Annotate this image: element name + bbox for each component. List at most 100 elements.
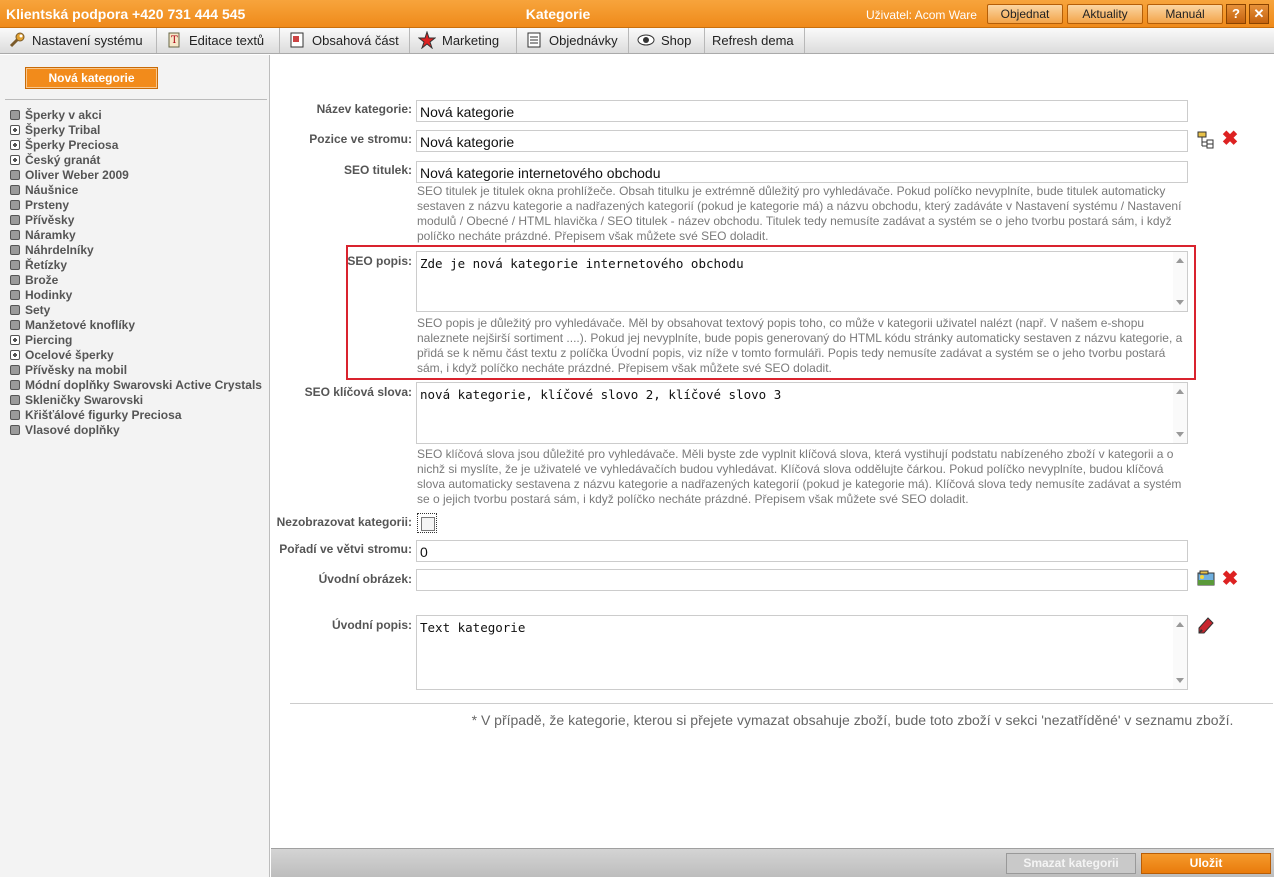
image-browse-icon[interactable] xyxy=(1196,569,1216,589)
category-item[interactable]: Brože xyxy=(10,273,262,288)
bottom-action-bar: Smazat kategorii Uložit xyxy=(271,848,1274,877)
textarea-scrollbar[interactable] xyxy=(1173,252,1187,311)
category-label: Šperky v akci xyxy=(25,108,102,122)
intro-image-label: Úvodní obrázek: xyxy=(318,572,412,586)
intro-description-label: Úvodní popis: xyxy=(332,618,412,632)
seo-title-label: SEO titulek: xyxy=(343,163,412,177)
menu-label: Refresh dema xyxy=(712,33,794,48)
intro-description-textarea[interactable]: Text kategorie xyxy=(416,615,1188,690)
menu-label: Editace textů xyxy=(189,33,265,48)
bullet-icon xyxy=(10,410,20,420)
clear-tree-icon[interactable]: ✖ xyxy=(1220,129,1240,149)
tree-position-input[interactable]: Nová kategorie xyxy=(416,130,1188,152)
category-item[interactable]: Český granát xyxy=(10,153,262,168)
menu-marketing[interactable]: Marketing xyxy=(410,28,517,53)
category-item[interactable]: Řetízky xyxy=(10,258,262,273)
category-item[interactable]: Šperky Tribal xyxy=(10,123,262,138)
menu-orders[interactable]: Objednávky xyxy=(517,28,629,53)
textarea-scrollbar[interactable] xyxy=(1173,383,1187,443)
bullet-icon xyxy=(10,425,20,435)
category-label: Skleničky Swarovski xyxy=(25,393,144,407)
expand-icon[interactable] xyxy=(10,335,20,345)
sidebar: Nová kategorie Šperky v akci Šperky Triba… xyxy=(0,55,270,877)
intro-description-text: Text kategorie xyxy=(420,620,526,635)
seo-description-text: Zde je nová kategorie internetového obch… xyxy=(420,256,744,271)
menu-text-editing[interactable]: T Editace textů xyxy=(157,28,280,53)
delete-note: * V případě, že kategorie, kterou si pře… xyxy=(471,712,1234,728)
user-name: Acom Ware xyxy=(914,8,977,22)
category-item[interactable]: Šperky v akci xyxy=(10,108,262,123)
category-item[interactable]: Náhrdelníky xyxy=(10,243,262,258)
menu-refresh-demo[interactable]: Refresh dema xyxy=(705,28,805,53)
clear-image-icon[interactable]: ✖ xyxy=(1220,569,1240,589)
hide-category-checkbox[interactable] xyxy=(417,513,437,533)
manual-button[interactable]: Manuál xyxy=(1147,4,1223,24)
menu-label: Obsahová část xyxy=(312,33,399,48)
menu-shop[interactable]: Shop xyxy=(629,28,705,53)
category-item[interactable]: Sety xyxy=(10,303,262,318)
category-item[interactable]: Skleničky Swarovski xyxy=(10,393,262,408)
category-item[interactable]: Manžetové knoflíky xyxy=(10,318,262,333)
order-label: Pořadí ve větvi stromu: xyxy=(279,542,412,556)
category-item[interactable]: Módní doplňky Swarovski Active Crystals xyxy=(10,378,262,393)
menu-label: Shop xyxy=(661,33,692,48)
menu-content[interactable]: Obsahová část xyxy=(280,28,410,53)
form-divider xyxy=(290,703,1273,704)
category-item[interactable]: Hodinky xyxy=(10,288,262,303)
expand-icon[interactable] xyxy=(10,140,20,150)
category-item[interactable]: Šperky Preciosa xyxy=(10,138,262,153)
tree-position-label: Pozice ve stromu: xyxy=(309,132,412,146)
news-button[interactable]: Aktuality xyxy=(1067,4,1143,24)
category-label: Piercing xyxy=(25,333,73,347)
category-name-input[interactable]: Nová kategorie xyxy=(416,100,1188,122)
seo-description-help: SEO popis je důležitý pro vyhledávače. M… xyxy=(417,316,1183,375)
top-bar: Klientská podpora +420 731 444 545 Kateg… xyxy=(0,0,1274,28)
category-item[interactable]: Ocelové šperky xyxy=(10,348,262,363)
expand-icon[interactable] xyxy=(10,350,20,360)
bullet-icon xyxy=(10,215,20,225)
seo-keywords-label: SEO klíčová slova: xyxy=(304,385,412,399)
category-label: Šperky Tribal xyxy=(25,123,101,137)
order-button[interactable]: Objednat xyxy=(987,4,1063,24)
expand-icon[interactable] xyxy=(10,155,20,165)
category-label: Náramky xyxy=(25,228,76,242)
help-button[interactable]: ? xyxy=(1226,4,1246,24)
sidebar-divider xyxy=(5,99,267,100)
seo-title-help: SEO titulek je titulek okna prohlížeče. … xyxy=(417,184,1182,243)
eye-icon xyxy=(637,31,655,49)
bullet-icon xyxy=(10,320,20,330)
category-item[interactable]: Piercing xyxy=(10,333,262,348)
seo-title-input[interactable]: Nová kategorie internetového obchodu xyxy=(416,161,1188,183)
textarea-scrollbar[interactable] xyxy=(1173,616,1187,689)
menu-system-settings[interactable]: Nastavení systému xyxy=(0,28,157,53)
save-button[interactable]: Uložit xyxy=(1141,853,1271,874)
bullet-icon xyxy=(10,365,20,375)
bullet-icon xyxy=(10,185,20,195)
category-form: Název kategorie: Nová kategorie Pozice v… xyxy=(271,55,1274,848)
seo-keywords-textarea[interactable]: nová kategorie, klíčové slovo 2, klíčové… xyxy=(416,382,1188,444)
category-item[interactable]: Oliver Weber 2009 xyxy=(10,168,262,183)
wrench-icon xyxy=(8,31,26,49)
edit-pencil-icon[interactable] xyxy=(1196,615,1216,635)
category-item[interactable]: Náušnice xyxy=(10,183,262,198)
category-item[interactable]: Křišťálové figurky Preciosa xyxy=(10,408,262,423)
delete-category-button[interactable]: Smazat kategorii xyxy=(1006,853,1136,874)
category-item[interactable]: Prsteny xyxy=(10,198,262,213)
order-input[interactable]: 0 xyxy=(416,540,1188,562)
seo-description-textarea[interactable]: Zde je nová kategorie internetového obch… xyxy=(416,251,1188,312)
category-item[interactable]: Náramky xyxy=(10,228,262,243)
menu-label: Nastavení systému xyxy=(32,33,143,48)
category-tree: Šperky v akci Šperky Tribal Šperky Precios… xyxy=(10,108,262,438)
menu-label: Marketing xyxy=(442,33,500,48)
category-item[interactable]: Vlasové doplňky xyxy=(10,423,262,438)
bullet-icon xyxy=(10,200,20,210)
svg-text:T: T xyxy=(171,35,178,46)
new-category-button[interactable]: Nová kategorie xyxy=(25,67,158,89)
expand-icon[interactable] xyxy=(10,125,20,135)
category-item[interactable]: Přívěsky na mobil xyxy=(10,363,262,378)
tree-select-icon[interactable] xyxy=(1196,130,1216,150)
close-button[interactable]: ✕ xyxy=(1249,4,1269,24)
user-label: Uživatel: xyxy=(866,8,913,22)
intro-image-input[interactable] xyxy=(416,569,1188,591)
category-item[interactable]: Přívěsky xyxy=(10,213,262,228)
